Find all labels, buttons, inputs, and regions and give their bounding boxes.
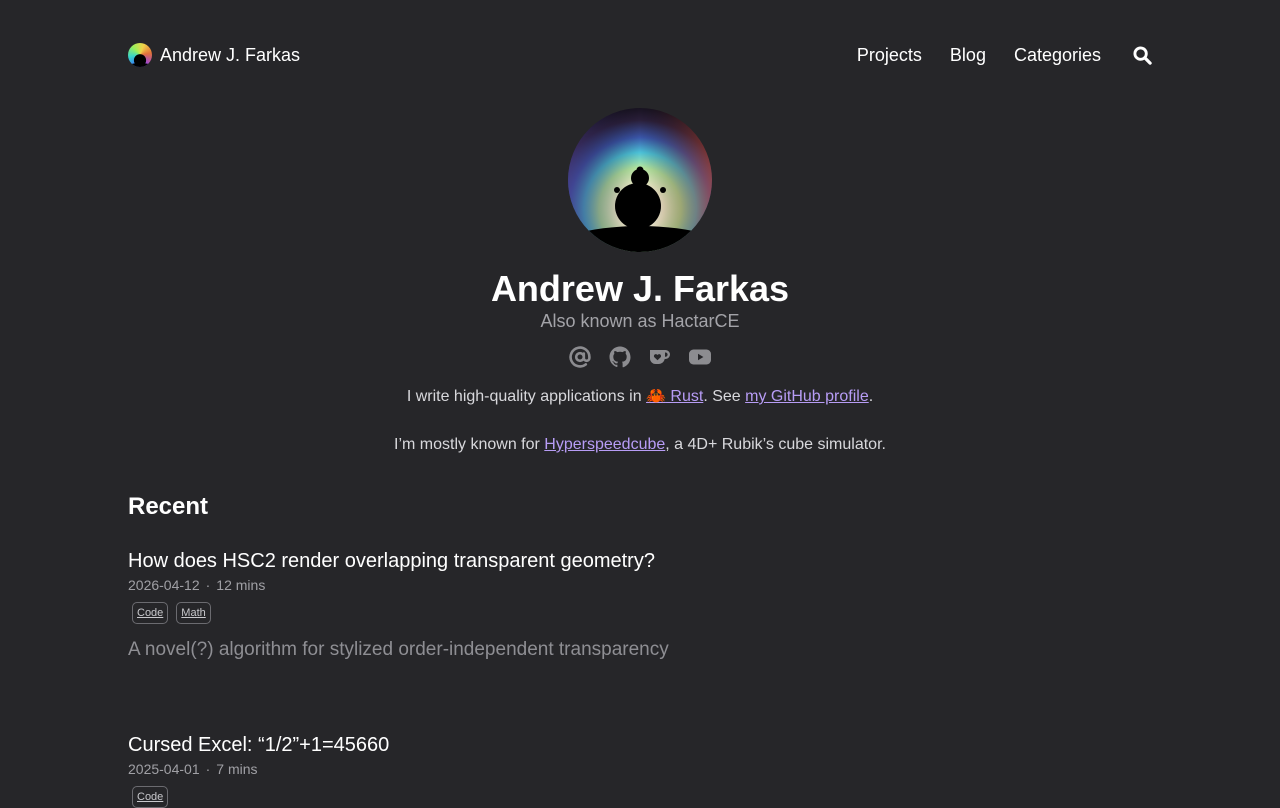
post-read-time: 12 mins bbox=[216, 577, 266, 593]
bio-text: I write high-quality applications in bbox=[406, 388, 647, 405]
bio-text: . bbox=[868, 388, 874, 405]
brand-name: Andrew J. Farkas bbox=[160, 44, 301, 65]
tag-code[interactable]: Code bbox=[132, 786, 169, 808]
post-item: How does HSC2 render overlapping transpa… bbox=[128, 550, 669, 661]
profile-alias: Also known as HactarCE bbox=[540, 311, 740, 331]
post-date: 2026-04-12 bbox=[128, 577, 200, 593]
meta-separator: · bbox=[205, 761, 211, 777]
nav-categories[interactable]: Categories bbox=[1014, 45, 1101, 66]
hyperspeedcube-link[interactable]: Hyperspeedcube bbox=[544, 436, 665, 453]
youtube-icon[interactable] bbox=[688, 345, 712, 369]
email-icon[interactable] bbox=[568, 345, 592, 369]
recent-heading: Recent bbox=[128, 493, 209, 520]
kofi-icon[interactable] bbox=[648, 345, 672, 369]
bio-text: . See bbox=[703, 388, 746, 405]
crab-emoji: 🦀 bbox=[646, 388, 666, 405]
post-date: 2025-04-01 bbox=[128, 761, 200, 777]
tag-math[interactable]: Math bbox=[176, 602, 211, 624]
bio: I write high-quality applications in 🦀 R… bbox=[0, 385, 1280, 457]
logo-icon bbox=[128, 43, 152, 67]
post-tags: Code Math bbox=[132, 602, 669, 624]
bio-line-2: I’m mostly known for Hyperspeedcube, a 4… bbox=[0, 433, 1280, 457]
social-links bbox=[0, 345, 1280, 369]
post-title[interactable]: Cursed Excel: “1/2”+1=45660 bbox=[128, 734, 389, 757]
home-link[interactable]: Andrew J. Farkas bbox=[128, 43, 300, 67]
github-profile-link[interactable]: my GitHub profile bbox=[745, 388, 869, 405]
bio-line-1: I write high-quality applications in 🦀 R… bbox=[0, 385, 1280, 409]
rust-link[interactable]: 🦀 Rust bbox=[646, 388, 703, 405]
post-item: Cursed Excel: “1/2”+1=45660 2025-04-01 · 7… bbox=[128, 734, 389, 808]
post-meta: 2026-04-12 · 12 mins bbox=[128, 577, 669, 593]
search-icon[interactable] bbox=[1132, 45, 1152, 65]
nav-blog[interactable]: Blog bbox=[950, 45, 986, 66]
post-title[interactable]: How does HSC2 render overlapping transpa… bbox=[128, 550, 669, 573]
site-header: Andrew J. Farkas Projects Blog Categorie… bbox=[128, 40, 1152, 70]
rust-link-label: Rust bbox=[665, 388, 704, 405]
github-icon[interactable] bbox=[608, 345, 632, 369]
nav-projects[interactable]: Projects bbox=[857, 45, 922, 66]
bio-text: I’m mostly known for bbox=[394, 436, 545, 453]
post-tags: Code bbox=[132, 786, 389, 808]
avatar bbox=[568, 108, 712, 252]
post-read-time: 7 mins bbox=[216, 761, 258, 777]
meta-separator: · bbox=[205, 577, 211, 593]
tag-code[interactable]: Code bbox=[132, 602, 169, 624]
post-meta: 2025-04-01 · 7 mins bbox=[128, 761, 389, 777]
main-nav: Projects Blog Categories bbox=[829, 45, 1152, 66]
post-summary: A novel(?) algorithm for stylized order-… bbox=[128, 639, 669, 660]
profile-name: Andrew J. Farkas bbox=[490, 268, 790, 309]
bio-text: , a 4D+ Rubik’s cube simulator. bbox=[665, 436, 886, 453]
profile-section: Andrew J. Farkas Also known as HactarCE bbox=[0, 108, 1280, 457]
